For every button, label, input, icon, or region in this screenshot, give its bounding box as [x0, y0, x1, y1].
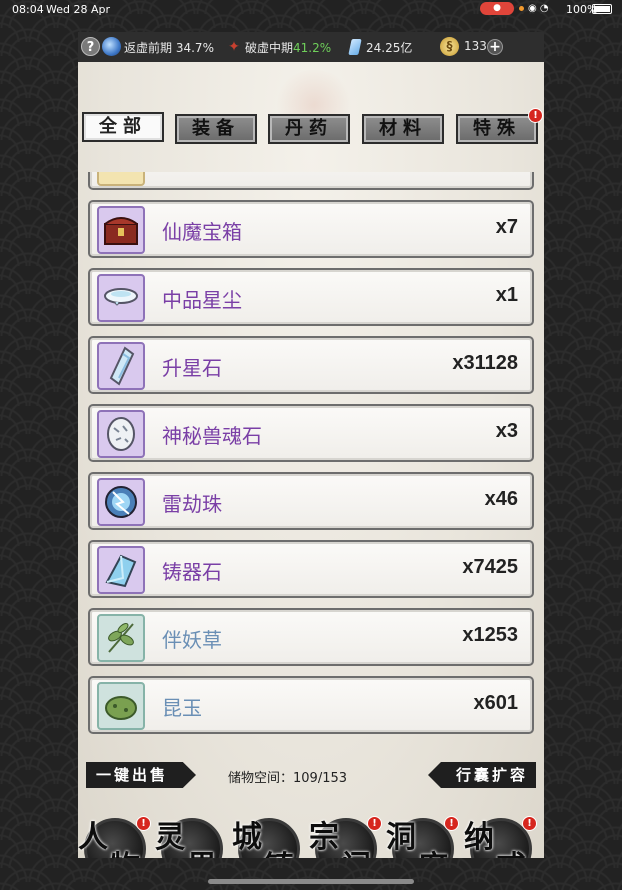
jade-icon — [97, 682, 145, 730]
realm-progress-2: 破虚中期41.2% — [245, 39, 331, 56]
notification-badge-icon: ! — [444, 816, 459, 831]
coin-icon: § — [440, 37, 459, 56]
herb-icon — [97, 614, 145, 662]
notification-badge-icon: ! — [136, 816, 151, 831]
wifi-icon: ◉ ◔ — [528, 3, 549, 14]
storage-value: 109/153 — [293, 771, 348, 786]
nav-label-1: 人 — [78, 820, 108, 855]
tab-equipment[interactable]: 装备 — [175, 114, 257, 144]
item-name: 升星石 — [162, 356, 222, 380]
inventory-panel: 全部 装备 丹药 材料 特殊 ! 仙魔宝箱 x7 中品星尘 x1 升星石 x31… — [78, 62, 544, 858]
item-quantity: x3 — [495, 420, 518, 442]
microphone-icon: ● — [480, 2, 514, 15]
item-name: 铸器石 — [162, 560, 222, 584]
item-quantity: x7 — [495, 216, 518, 238]
nav-town[interactable]: 城 镇 — [232, 816, 304, 858]
list-item[interactable]: 仙魔宝箱 x7 — [88, 200, 534, 258]
realm-pct-2: 41.2% — [293, 41, 332, 55]
home-indicator[interactable] — [208, 879, 414, 884]
tab-special[interactable]: 特殊 — [456, 114, 538, 144]
nav-label-2: 镇 — [264, 842, 294, 858]
status-bar: 08:04 Wed 28 Apr ● ◉ ◔ 100% — [0, 0, 622, 18]
recording-dot-icon — [519, 6, 524, 11]
list-item[interactable]: 昆玉 x601 — [88, 676, 534, 734]
list-item-partial[interactable] — [88, 172, 534, 190]
item-quantity: x601 — [473, 692, 519, 714]
nav-label-2: 物 — [110, 842, 140, 858]
coin-count: 133 — [464, 39, 487, 53]
item-quantity: x46 — [484, 488, 518, 510]
item-name: 伴妖草 — [162, 628, 222, 652]
item-name: 仙魔宝箱 — [162, 220, 242, 244]
realm-swirl-icon — [102, 37, 121, 56]
thunder-orb-icon — [97, 478, 145, 526]
resource-bar: ? 返虚前期 34.7% ✦ 破虚中期41.2% 24.25亿 § 133 + — [78, 32, 544, 62]
item-name: 中品星尘 — [162, 288, 242, 312]
list-item[interactable]: 中品星尘 x1 — [88, 268, 534, 326]
game-window: ? 返虚前期 34.7% ✦ 破虚中期41.2% 24.25亿 § 133 + … — [78, 32, 544, 858]
battery-icon — [592, 4, 612, 14]
beast-soul-stone-icon — [97, 410, 145, 458]
realm-name-2: 破虚中期 — [245, 41, 294, 55]
nav-sect[interactable]: 宗 门 ! — [309, 816, 382, 858]
nav-cave[interactable]: 洞 府 ! — [386, 816, 459, 858]
sell-all-button[interactable]: 一键出售 — [86, 762, 196, 788]
item-name: 昆玉 — [162, 696, 202, 720]
flame-sword-icon: ✦ — [228, 39, 240, 55]
nav-character[interactable]: 人 物 ! — [78, 816, 151, 858]
spirit-stone-icon — [348, 39, 362, 55]
list-item[interactable]: 铸器石 x7425 — [88, 540, 534, 598]
nav-label-1: 城 — [232, 820, 262, 855]
nav-storage-ring[interactable]: 纳 戒 ! — [464, 816, 537, 858]
list-item[interactable]: 神秘兽魂石 x3 — [88, 404, 534, 462]
bottom-nav: 人 物 ! 灵 界 城 镇 宗 门 ! 洞 — [78, 810, 544, 858]
notification-badge-icon: ! — [367, 816, 382, 831]
spirit-stone-count: 24.25亿 — [366, 41, 413, 55]
tab-materials[interactable]: 材料 — [362, 114, 444, 144]
nav-label-1: 洞 — [386, 820, 416, 855]
star-dust-icon — [97, 274, 145, 322]
item-quantity: x1253 — [462, 624, 518, 646]
item-quantity: x7425 — [462, 556, 518, 578]
nav-label-2: 府 — [418, 842, 448, 858]
notification-badge-icon: ! — [528, 108, 543, 123]
add-currency-button[interactable]: + — [487, 39, 503, 55]
storage-label: 储物空间： — [228, 771, 294, 786]
item-quantity: x1 — [495, 284, 518, 306]
realm-pct-1: 34.7% — [175, 41, 214, 55]
status-date: Wed 28 Apr — [46, 3, 111, 16]
item-quantity: x31128 — [452, 352, 518, 374]
list-item[interactable]: 雷劫珠 x46 — [88, 472, 534, 530]
item-name: 雷劫珠 — [162, 492, 222, 516]
tab-pills[interactable]: 丹药 — [268, 114, 350, 144]
list-item[interactable]: 伴妖草 x1253 — [88, 608, 534, 666]
nav-label-1: 纳 — [464, 820, 494, 855]
nav-spirit-realm[interactable]: 灵 界 — [155, 816, 227, 858]
expand-bag-button[interactable]: 行囊扩容 — [428, 762, 536, 788]
treasure-chest-icon — [97, 206, 145, 254]
nav-label-2: 界 — [187, 842, 217, 858]
realm-progress-1: 返虚前期 34.7% — [124, 39, 214, 56]
nav-label-2: 门 — [341, 842, 371, 858]
nav-label-1: 灵 — [155, 820, 185, 855]
help-button[interactable]: ? — [81, 37, 100, 56]
item-list[interactable]: 仙魔宝箱 x7 中品星尘 x1 升星石 x31128 神秘兽魂石 x3 雷劫珠 … — [86, 172, 536, 742]
realm-name-1: 返虚前期 — [124, 41, 173, 55]
notification-badge-icon: ! — [522, 816, 537, 831]
nav-label-1: 宗 — [309, 820, 339, 855]
star-stone-icon — [97, 342, 145, 390]
forge-crystal-icon — [97, 546, 145, 594]
tab-all[interactable]: 全部 — [82, 112, 164, 142]
item-name: 神秘兽魂石 — [162, 424, 262, 448]
storage-capacity: 储物空间：109/153 — [228, 767, 347, 786]
status-time: 08:04 — [12, 3, 44, 16]
item-icon — [97, 172, 145, 186]
list-item[interactable]: 升星石 x31128 — [88, 336, 534, 394]
nav-label-2: 戒 — [496, 842, 526, 858]
